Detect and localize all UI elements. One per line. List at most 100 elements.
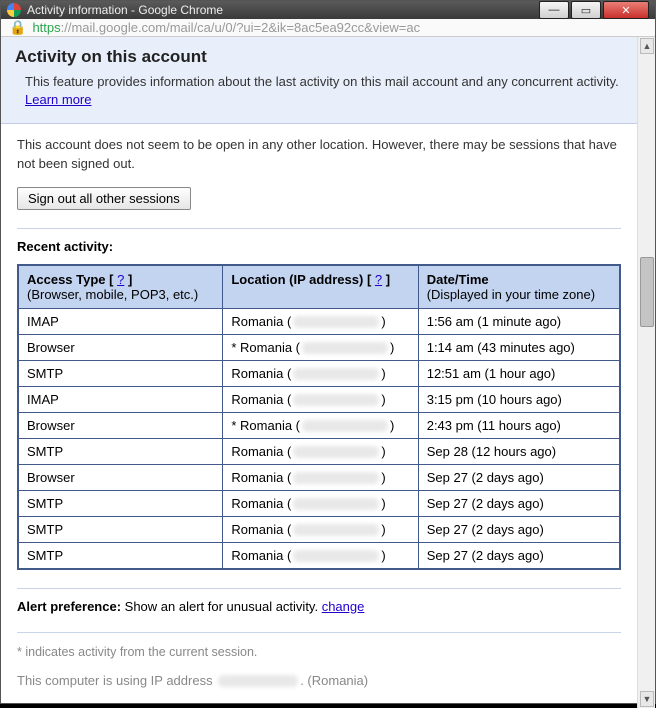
header-description: This feature provides information about … (25, 73, 623, 109)
ip-suffix: . (Romania) (300, 673, 368, 688)
cell-datetime: Sep 27 (2 days ago) (418, 516, 620, 542)
cell-access-type: SMTP (18, 438, 223, 464)
address-bar[interactable]: 🔒 https://mail.google.com/mail/ca/u/0/?u… (1, 19, 655, 37)
separator (17, 632, 621, 633)
cell-location: Romania () (223, 386, 418, 412)
col-location: Location (IP address) [ ? ] (223, 265, 418, 309)
cell-location: Romania () (223, 464, 418, 490)
access-type-help-link[interactable]: ? (117, 272, 124, 287)
cell-access-type: SMTP (18, 490, 223, 516)
ip-prefix: This computer is using IP address (17, 673, 216, 688)
cell-datetime: Sep 28 (12 hours ago) (418, 438, 620, 464)
scroll-down-arrow[interactable]: ▼ (640, 691, 654, 707)
header-desc-text: This feature provides information about … (25, 74, 619, 89)
cell-datetime: Sep 27 (2 days ago) (418, 490, 620, 516)
alert-text: Show an alert for unusual activity. (121, 599, 322, 614)
page-title: Activity on this account (15, 47, 623, 67)
table-row: SMTPRomania ()Sep 27 (2 days ago) (18, 516, 620, 542)
url-path: ://mail.google.com/mail/ca/u/0/?ui=2&ik=… (61, 20, 421, 35)
table-row: Browser* Romania ()1:14 am (43 minutes a… (18, 334, 620, 360)
url-scheme: https (32, 20, 60, 35)
redacted-ip (302, 420, 388, 432)
cell-access-type: Browser (18, 464, 223, 490)
body: This account does not seem to be open in… (1, 124, 637, 707)
redacted-ip (293, 394, 379, 406)
learn-more-link[interactable]: Learn more (25, 92, 91, 107)
window-controls: — ▭ ✕ (537, 1, 649, 19)
col-datetime: Date/Time (Displayed in your time zone) (418, 265, 620, 309)
cell-location: * Romania () (223, 412, 418, 438)
window-titlebar[interactable]: Activity information - Google Chrome — ▭… (1, 1, 655, 19)
cell-datetime: Sep 27 (2 days ago) (418, 464, 620, 490)
activity-table: Access Type [ ? ] (Browser, mobile, POP3… (17, 264, 621, 570)
separator (17, 228, 621, 229)
redacted-ip (293, 550, 379, 562)
minimize-button[interactable]: — (539, 1, 569, 19)
col-access-type: Access Type [ ? ] (Browser, mobile, POP3… (18, 265, 223, 309)
alert-change-link[interactable]: change (322, 599, 365, 614)
cell-access-type: IMAP (18, 308, 223, 334)
cell-location: Romania () (223, 542, 418, 569)
current-ip-line: This computer is using IP address . (Rom… (17, 673, 621, 688)
scroll-up-arrow[interactable]: ▲ (640, 38, 654, 54)
alert-label: Alert preference: (17, 599, 121, 614)
table-row: IMAPRomania ()3:15 pm (10 hours ago) (18, 386, 620, 412)
redacted-ip (293, 316, 379, 328)
col-datetime-label: Date/Time (427, 272, 489, 287)
table-row: IMAPRomania ()1:56 am (1 minute ago) (18, 308, 620, 334)
maximize-button[interactable]: ▭ (571, 1, 601, 19)
col-datetime-sub: (Displayed in your time zone) (427, 287, 611, 302)
col-location-label: Location (IP address) (231, 272, 363, 287)
table-row: SMTPRomania ()Sep 27 (2 days ago) (18, 542, 620, 569)
cell-access-type: Browser (18, 412, 223, 438)
table-row: SMTPRomania ()12:51 am (1 hour ago) (18, 360, 620, 386)
recent-activity-label: Recent activity: (17, 239, 621, 254)
cell-access-type: Browser (18, 334, 223, 360)
cell-datetime: 3:15 pm (10 hours ago) (418, 386, 620, 412)
redacted-ip (293, 498, 379, 510)
cell-location: Romania () (223, 360, 418, 386)
table-header-row: Access Type [ ? ] (Browser, mobile, POP3… (18, 265, 620, 309)
cell-datetime: 1:56 am (1 minute ago) (418, 308, 620, 334)
cell-datetime: 2:43 pm (11 hours ago) (418, 412, 620, 438)
cell-datetime: 12:51 am (1 hour ago) (418, 360, 620, 386)
cell-access-type: SMTP (18, 360, 223, 386)
cell-access-type: SMTP (18, 516, 223, 542)
table-row: Browser* Romania ()2:43 pm (11 hours ago… (18, 412, 620, 438)
scrollbar-thumb[interactable] (640, 257, 654, 327)
sign-out-other-sessions-button[interactable]: Sign out all other sessions (17, 187, 191, 210)
alert-preference-line: Alert preference: Show an alert for unus… (17, 599, 621, 614)
redacted-ip (293, 368, 379, 380)
col-access-type-label: Access Type (27, 272, 106, 287)
session-footnote: * indicates activity from the current se… (17, 645, 621, 659)
cell-location: Romania () (223, 490, 418, 516)
cell-access-type: IMAP (18, 386, 223, 412)
redacted-ip (293, 472, 379, 484)
cell-location: * Romania () (223, 334, 418, 360)
vertical-scrollbar[interactable]: ▲ ▼ (637, 37, 655, 708)
cell-datetime: Sep 27 (2 days ago) (418, 542, 620, 569)
help-brackets: [ ? ] (109, 272, 132, 287)
chrome-window: Activity information - Google Chrome — ▭… (0, 0, 656, 704)
redacted-ip (293, 446, 379, 458)
table-row: SMTPRomania ()Sep 27 (2 days ago) (18, 490, 620, 516)
help-brackets: [ ? ] (367, 272, 390, 287)
page-content: Activity on this account This feature pr… (1, 37, 637, 708)
table-row: BrowserRomania ()Sep 27 (2 days ago) (18, 464, 620, 490)
close-button[interactable]: ✕ (603, 1, 649, 19)
chrome-favicon (7, 3, 21, 17)
lock-icon: 🔒 (9, 19, 26, 36)
cell-location: Romania () (223, 516, 418, 542)
separator (17, 588, 621, 589)
table-row: SMTPRomania ()Sep 28 (12 hours ago) (18, 438, 620, 464)
cell-datetime: 1:14 am (43 minutes ago) (418, 334, 620, 360)
redacted-ip (302, 342, 388, 354)
activity-table-body: IMAPRomania ()1:56 am (1 minute ago)Brow… (18, 308, 620, 569)
content-wrap: Activity on this account This feature pr… (1, 37, 655, 708)
location-help-link[interactable]: ? (375, 272, 382, 287)
cell-location: Romania () (223, 438, 418, 464)
cell-access-type: SMTP (18, 542, 223, 569)
status-message: This account does not seem to be open in… (17, 136, 621, 172)
redacted-ip (218, 675, 298, 687)
window-title: Activity information - Google Chrome (27, 3, 223, 17)
